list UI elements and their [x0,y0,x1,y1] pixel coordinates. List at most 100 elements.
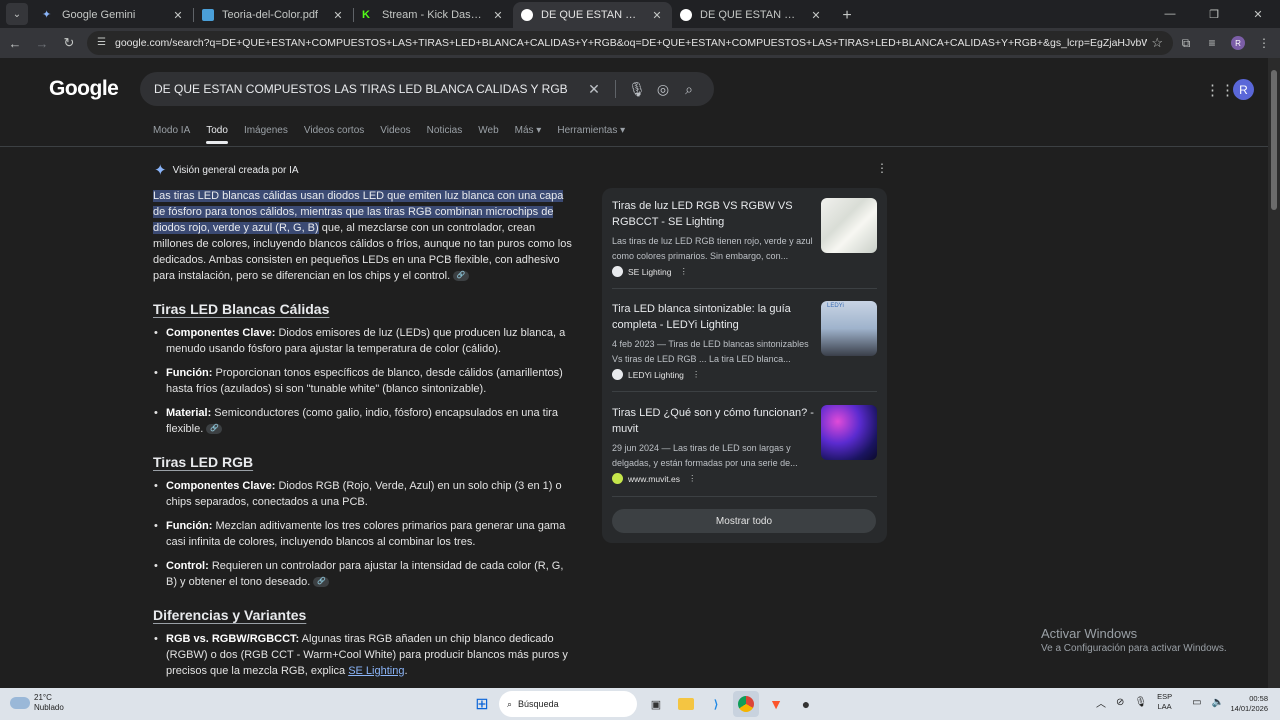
list-item: Componentes Clave: Diodos emisores de lu… [154,325,577,357]
led-strip-thumbnail[interactable] [821,198,877,253]
close-tab-icon[interactable]: ✕ [650,9,664,22]
person-thumbnail[interactable]: LEDYi [821,301,877,356]
new-tab-icon[interactable]: + [835,4,859,28]
menu-icon[interactable]: ⋮ [1251,31,1277,55]
search-box[interactable]: DE QUE ESTAN COMPUESTOS LAS TIRAS LED BL… [140,72,714,106]
display-icon[interactable]: ▭ [1192,697,1201,708]
source-title[interactable]: Tira LED blanca sintonizable: la guía co… [612,301,817,333]
close-tab-icon[interactable]: ✕ [491,9,505,22]
clear-icon[interactable]: ✕ [581,81,607,98]
show-all-button[interactable]: Mostrar todo [612,509,876,533]
tab-videos-cortos[interactable]: Videos cortos [304,125,364,144]
scrollbar-thumb[interactable] [1271,70,1277,210]
extensions-icon[interactable]: ⧉ [1173,31,1199,55]
source-link[interactable]: SE Lighting [348,665,404,677]
browser-tab-bar: ⌄ ✦ Google Gemini ✕ Teoria-del-Color.pdf… [0,0,1280,28]
profile-button[interactable]: R [1225,31,1251,55]
address-bar[interactable]: ☰ google.com/search?q=DE+QUE+ESTAN+COMPU… [87,31,1173,55]
tab-pdf[interactable]: Teoria-del-Color.pdf ✕ [194,2,353,28]
brave-icon[interactable]: ▼ [763,691,789,717]
ai-sparkle-icon: ✦ [154,162,167,179]
network-off-icon[interactable]: ⊘ [1116,697,1124,708]
close-tab-icon[interactable]: ✕ [171,9,185,22]
tab-todo[interactable]: Todo [206,125,228,144]
search-icon[interactable]: ⌕ [676,81,702,98]
page-scrollbar[interactable] [1268,58,1280,688]
app-with-badge-icon[interactable]: ● [793,691,819,717]
list-item: Función: Mezclan aditivamente los tres c… [154,518,577,550]
tab-mas[interactable]: Más ▾ [515,125,542,144]
back-icon[interactable]: ← [3,31,27,55]
search-input[interactable]: DE QUE ESTAN COMPUESTOS LAS TIRAS LED BL… [154,82,581,96]
more-options-icon[interactable]: ⋮ [692,369,701,380]
item-label: Material: [166,407,212,419]
bookmark-star-icon[interactable]: ☆ [1151,35,1163,51]
close-window-icon[interactable]: ✕ [1236,0,1280,28]
more-options-icon[interactable]: ⋮ [688,473,697,484]
tab-kick[interactable]: K Stream - Kick Dashboard ✕ [354,2,513,28]
weather-widget[interactable]: 21°C Nublado [10,693,64,713]
tab-modo-ia[interactable]: Modo IA [153,125,190,144]
chevron-up-icon[interactable]: ︿ [1096,695,1106,710]
more-options-icon[interactable]: ⋮ [876,161,888,175]
chrome-icon[interactable] [733,691,759,717]
link-icon[interactable]: 🔗 [313,577,330,588]
item-label: Componentes Clave: [166,480,276,492]
source-divider [612,288,877,289]
account-avatar[interactable]: R [1233,79,1254,100]
site-name: LEDYi Lighting [628,369,684,380]
file-explorer-icon[interactable] [673,691,699,717]
tab-videos[interactable]: Videos [380,125,410,144]
close-tab-icon[interactable]: ✕ [809,9,823,22]
section-heading: Diferencias y Variantes [153,607,307,623]
reading-list-icon[interactable]: ≡ [1199,31,1225,55]
lang-bottom: LAA [1157,702,1172,711]
item-label: RGB vs. RGBW/RGBCCT: [166,633,300,645]
tab-search-button[interactable]: ⌄ [6,3,28,25]
reload-icon[interactable]: ↻ [57,31,81,55]
restore-icon[interactable]: ❐ [1192,0,1236,28]
vscode-icon[interactable]: ⟩ [703,691,729,717]
tab-google-search[interactable]: DE QUE ESTAN COMPUESTOS LAS TIRAS LED BL… [672,2,831,28]
source-description: Las tiras de luz LED RGB tienen rojo, ve… [612,236,813,261]
microphone-icon[interactable]: 🎙 [1134,697,1147,708]
tab-noticias[interactable]: Noticias [427,125,463,144]
source-title[interactable]: Tiras LED ¿Qué son y cómo funcionan? - m… [612,405,817,437]
party-lights-thumbnail[interactable] [821,405,877,460]
clock[interactable]: 00:58 14/01/2026 [1222,694,1268,714]
section-heading: Tiras LED RGB [153,454,254,470]
lens-icon[interactable]: ◎ [650,81,676,98]
tab-imagenes[interactable]: Imágenes [244,125,288,144]
tab-web[interactable]: Web [478,125,498,144]
more-options-icon[interactable]: ⋮ [679,266,688,277]
bullet-list: RGB vs. RGBW/RGBCCT: Algunas tiras RGB a… [154,631,577,679]
link-icon[interactable]: 🔗 [206,424,223,435]
google-logo[interactable]: Google [49,77,119,101]
close-tab-icon[interactable]: ✕ [331,9,345,22]
language-indicator[interactable]: ESP LAA [1157,692,1182,712]
tab-google-search-active[interactable]: DE QUE ESTAN COMPUESTOS LAS TIRAS LED BL… [513,2,672,28]
source-title[interactable]: Tiras de luz LED RGB VS RGBW VS RGBCCT -… [612,198,817,230]
bullet-list: Componentes Clave: Diodos emisores de lu… [154,325,577,437]
browser-toolbar: ← → ↻ ☰ google.com/search?q=DE+QUE+ESTAN… [0,28,1280,58]
link-icon[interactable]: 🔗 [453,271,470,282]
minimize-icon[interactable]: — [1148,0,1192,28]
task-view-icon[interactable]: ▣ [643,691,669,717]
tab-title: Stream - Kick Dashboard [382,9,485,21]
site-info-icon[interactable]: ☰ [97,37,109,49]
item-text: . [404,665,408,677]
source-description: 4 feb 2023 — Tiras de LED blancas sinton… [612,339,809,364]
sources-panel: Tiras de luz LED RGB VS RGBW VS RGBCCT -… [602,188,887,543]
microphone-icon[interactable]: 🎙 [624,81,650,98]
bullet-list: Componentes Clave: Diodos RGB (Rojo, Ver… [154,478,577,590]
list-item: Control: Requieren un controlador para a… [154,558,577,590]
taskbar-search[interactable]: ⌕ Búsqueda [499,691,637,717]
windows-start-icon[interactable]: ⊞ [469,691,495,717]
tab-herramientas[interactable]: Herramientas ▾ [557,125,625,144]
tab-google-gemini[interactable]: ✦ Google Gemini ✕ [34,2,193,28]
tab-title: DE QUE ESTAN COMPUESTOS LAS TIRAS LED BL… [700,9,803,21]
forward-icon[interactable]: → [30,31,54,55]
search-icon: ⌕ [507,698,513,709]
gemini-icon: ✦ [42,9,52,21]
item-text: Mezclan aditivamente los tres colores pr… [166,520,566,548]
